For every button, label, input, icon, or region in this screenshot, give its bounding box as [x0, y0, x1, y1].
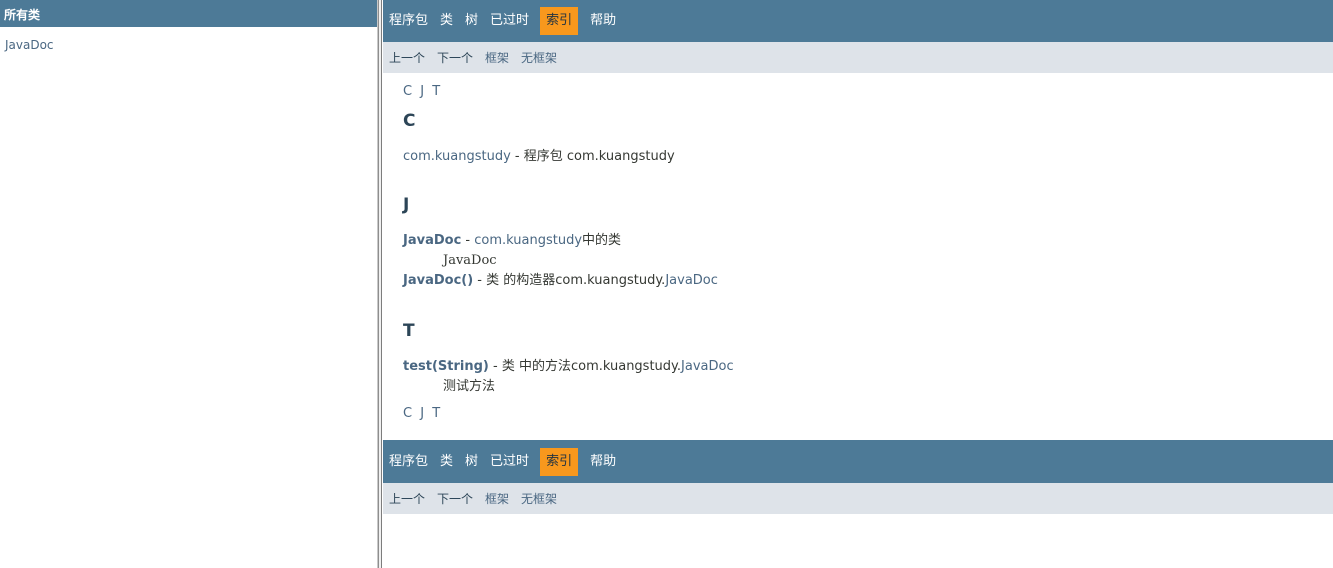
index-entry: test(String) - 类 中的方法com.kuangstudy.Java…	[403, 357, 1333, 377]
no-frames-link[interactable]: 无框架	[521, 490, 557, 507]
index-entry: JavaDoc() - 类 的构造器com.kuangstudy.JavaDoc	[403, 271, 1333, 291]
no-frames-link[interactable]: 无框架	[521, 49, 557, 66]
letter-link-t[interactable]: T	[432, 84, 440, 99]
letter-link-j[interactable]: J	[420, 84, 424, 99]
letter-heading-t: T	[403, 321, 415, 341]
method-link[interactable]: test(String)	[403, 359, 489, 374]
nav-help[interactable]: 帮助	[590, 448, 616, 476]
nav-tree[interactable]: 树	[465, 7, 478, 35]
bottom-navbar: 程序包 类 树 已过时 索引 帮助	[383, 440, 1333, 483]
prev-label: 上一个	[389, 51, 426, 65]
nav-package[interactable]: 程序包	[389, 448, 428, 476]
nav-deprecated[interactable]: 已过时	[490, 7, 529, 35]
class-list: JavaDoc	[0, 27, 377, 52]
next-label: 下一个	[437, 492, 474, 506]
index-content: C J T C com.kuangstudy - 程序包 com.kuangst…	[383, 84, 1333, 424]
frames-link[interactable]: 框架	[485, 490, 509, 507]
index-entry: com.kuangstudy - 程序包 com.kuangstudy	[403, 147, 1333, 167]
nav-tree[interactable]: 树	[465, 448, 478, 476]
frameset: 所有类 JavaDoc 程序包 类 树 已过时 索引 帮助 上一个 下一个 框架…	[0, 0, 1333, 568]
bottom-subnav: 上一个 下一个 框架 无框架	[383, 483, 1333, 514]
entry-sep: -	[461, 233, 475, 248]
class-link-javadoc[interactable]: JavaDoc	[5, 38, 54, 52]
nav-deprecated[interactable]: 已过时	[490, 448, 529, 476]
top-navbar: 程序包 类 树 已过时 索引 帮助	[383, 0, 1333, 42]
letter-link-t[interactable]: T	[432, 406, 440, 421]
class-name-link[interactable]: JavaDoc	[403, 233, 461, 248]
letter-heading-c: C	[403, 111, 416, 131]
class-link[interactable]: JavaDoc	[681, 359, 734, 374]
entry-text: - 类 的构造器com.kuangstudy.	[473, 273, 666, 288]
nav-help[interactable]: 帮助	[590, 7, 616, 35]
entry-description: 测试方法	[443, 379, 496, 394]
package-link[interactable]: com.kuangstudy	[474, 233, 582, 248]
entry-text: - 程序包 com.kuangstudy	[510, 149, 675, 164]
frames-link[interactable]: 框架	[485, 49, 509, 66]
nav-index: 索引	[540, 7, 579, 35]
package-link[interactable]: com.kuangstudy	[403, 149, 511, 164]
index-entry: JavaDoc - com.kuangstudy中的类	[403, 231, 1333, 251]
entry-description: JavaDoc	[443, 253, 497, 268]
all-classes-title: 所有类	[0, 0, 377, 27]
all-classes-frame: 所有类 JavaDoc	[0, 0, 377, 568]
next-label: 下一个	[437, 51, 474, 65]
class-link[interactable]: JavaDoc	[665, 273, 718, 288]
entry-text: 中的类	[582, 233, 622, 248]
nav-package[interactable]: 程序包	[389, 7, 428, 35]
nav-class[interactable]: 类	[440, 7, 453, 35]
letter-links-top: C J T	[403, 84, 1333, 102]
letter-link-c[interactable]: C	[403, 406, 412, 421]
letter-link-j[interactable]: J	[420, 406, 424, 421]
prev-label: 上一个	[389, 492, 426, 506]
bottom-navigation: 程序包 类 树 已过时 索引 帮助 上一个 下一个 框架 无框架	[383, 440, 1333, 514]
entry-text: - 类 中的方法com.kuangstudy.	[488, 359, 682, 374]
nav-class[interactable]: 类	[440, 448, 453, 476]
nav-index: 索引	[540, 447, 579, 476]
constructor-link[interactable]: JavaDoc()	[403, 273, 473, 288]
letter-heading-j: J	[403, 195, 410, 215]
letter-links-bottom: C J T	[403, 406, 1333, 424]
top-subnav: 上一个 下一个 框架 无框架	[383, 42, 1333, 73]
letter-link-c[interactable]: C	[403, 84, 412, 99]
index-frame: 程序包 类 树 已过时 索引 帮助 上一个 下一个 框架 无框架 C J T C…	[383, 0, 1333, 568]
